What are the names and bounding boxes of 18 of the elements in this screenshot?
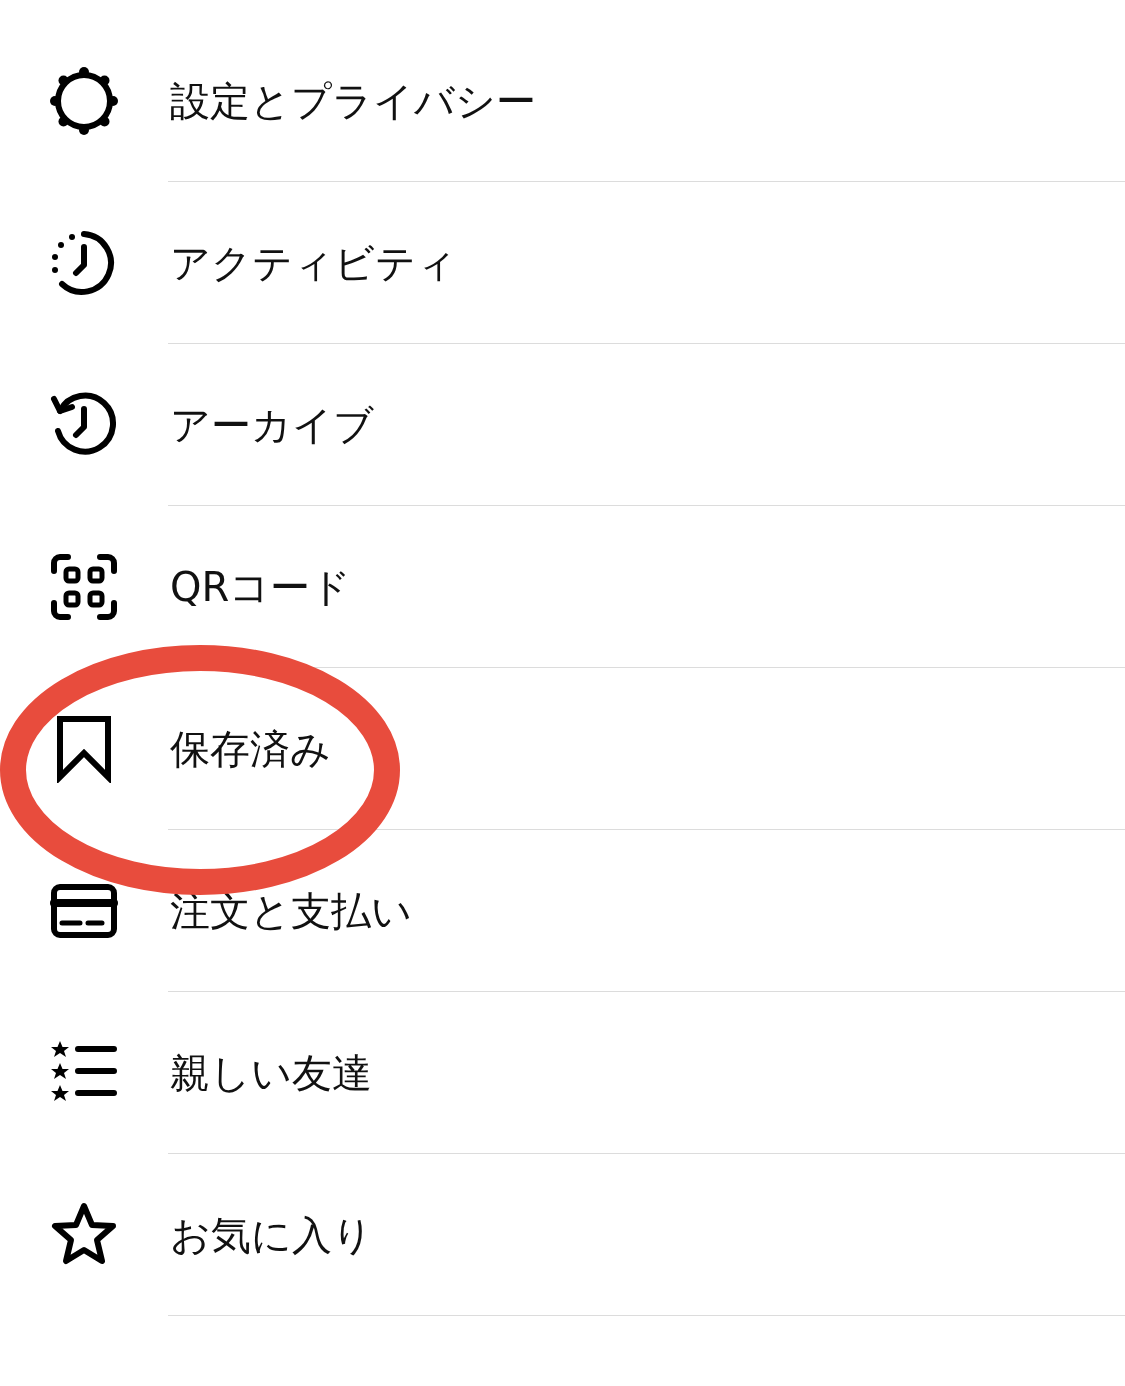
- menu-label: 保存済み: [170, 724, 331, 774]
- menu-item[interactable]: お気に入り: [0, 1154, 1125, 1316]
- menu-item[interactable]: アーカイブ: [0, 344, 1125, 506]
- menu-item[interactable]: 保存済み: [0, 668, 1125, 830]
- menu-label: アーカイブ: [170, 400, 374, 450]
- menu-item[interactable]: 親しい友達: [0, 992, 1125, 1154]
- gear-icon: [50, 67, 118, 135]
- menu-label: QRコード: [170, 562, 352, 612]
- menu-item[interactable]: 設定とプライバシー: [0, 20, 1125, 182]
- menu-label: 設定とプライバシー: [170, 76, 536, 126]
- qr-code-icon: [50, 553, 118, 621]
- menu-label: アクティビティ: [170, 238, 457, 288]
- menu-item[interactable]: 注文と支払い: [0, 830, 1125, 992]
- menu-item[interactable]: アクティビティ: [0, 182, 1125, 344]
- menu-item[interactable]: QRコード: [0, 506, 1125, 668]
- menu-label: 注文と支払い: [170, 886, 412, 936]
- menu-label: 親しい友達: [170, 1048, 372, 1098]
- menu-label: お気に入り: [170, 1210, 373, 1260]
